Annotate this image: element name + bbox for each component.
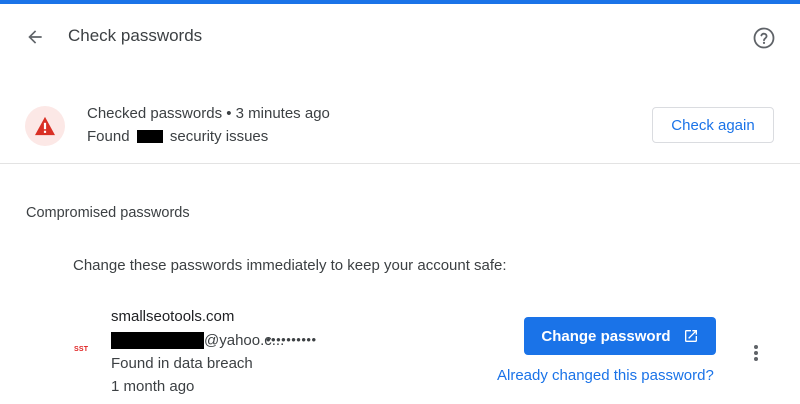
help-icon	[753, 27, 775, 49]
arrow-left-icon	[28, 30, 42, 44]
help-button[interactable]	[750, 24, 778, 52]
more-vert-icon	[754, 345, 758, 361]
page-title: Check passwords	[68, 26, 203, 45]
compromised-password-entry: SST smallseotools.com @yahoo.c... ••••••…	[0, 300, 800, 404]
issues-suffix: security issues	[169, 128, 269, 145]
site-name: smallseotools.com	[111, 308, 235, 325]
check-status-row: Checked passwords • 3 minutes ago Found …	[0, 90, 800, 162]
issues-summary: Found security issues	[87, 128, 268, 145]
already-changed-link[interactable]: Already changed this password?	[497, 367, 714, 384]
site-favicon-icon: SST	[74, 346, 89, 353]
section-divider	[0, 163, 800, 164]
check-again-button[interactable]: Check again	[652, 107, 774, 143]
warning-icon	[35, 116, 55, 136]
more-actions-button[interactable]	[744, 341, 768, 365]
compromised-section-title: Compromised passwords	[26, 205, 190, 221]
open-in-new-icon	[684, 330, 697, 342]
username: @yahoo.c...	[111, 332, 284, 349]
masked-password: ••••••••••	[266, 332, 317, 347]
compromise-time: 1 month ago	[111, 378, 195, 395]
compromise-reason: Found in data breach	[111, 355, 253, 372]
compromised-description: Change these passwords immediately to ke…	[73, 257, 507, 274]
change-password-label: Change password	[541, 327, 671, 345]
back-button[interactable]	[20, 22, 50, 52]
page-header: Check passwords	[0, 4, 800, 70]
redacted-username	[111, 332, 204, 349]
warning-badge	[25, 106, 65, 146]
last-checked-text: Checked passwords • 3 minutes ago	[87, 105, 330, 122]
change-password-button[interactable]: Change password	[524, 317, 716, 355]
issues-prefix: Found	[87, 128, 130, 145]
redacted-count	[136, 129, 163, 143]
